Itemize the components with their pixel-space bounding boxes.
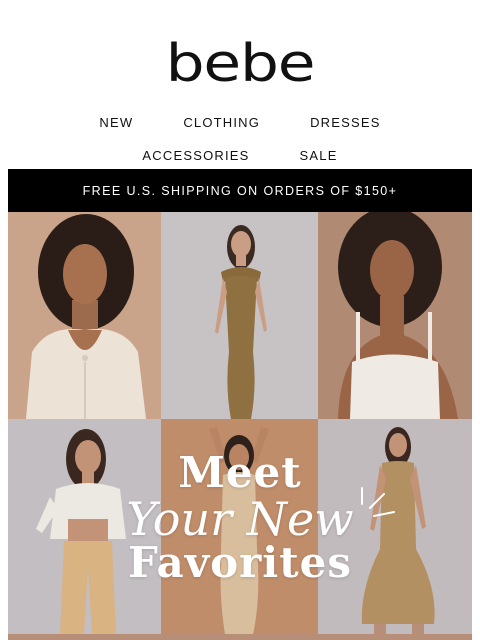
nav-item-new[interactable]: NEW xyxy=(99,115,133,130)
nav-item-sale[interactable]: SALE xyxy=(300,148,338,163)
crochet-set-model-illustration xyxy=(8,419,161,634)
brand-logo[interactable]: bebe xyxy=(166,38,316,90)
sequin-gown-model-illustration xyxy=(318,419,472,634)
main-nav-row-1: NEW CLOTHING DRESSES xyxy=(0,115,480,130)
hero-image-grid[interactable] xyxy=(8,212,472,640)
knit-dress-model-illustration xyxy=(161,419,318,634)
nav-item-accessories[interactable]: ACCESSORIES xyxy=(142,148,249,163)
shipping-banner-text: FREE U.S. SHIPPING ON ORDERS OF $150+ xyxy=(82,183,398,198)
product-photo-bustier[interactable] xyxy=(318,212,472,419)
product-photo-sequin-gown[interactable] xyxy=(318,419,472,634)
product-photo-row-partial[interactable] xyxy=(8,634,472,640)
shipping-banner[interactable]: FREE U.S. SHIPPING ON ORDERS OF $150+ xyxy=(8,169,472,212)
bustier-model-illustration xyxy=(318,212,472,419)
nav-item-clothing[interactable]: CLOTHING xyxy=(183,115,260,130)
product-photo-ruffle-dress[interactable] xyxy=(161,212,318,419)
product-photo-crochet-set[interactable] xyxy=(8,419,161,634)
logo-container[interactable]: bebe xyxy=(0,38,480,90)
ruffle-dress-model-illustration xyxy=(161,212,318,419)
main-nav-row-2: ACCESSORIES SALE xyxy=(0,148,480,163)
sparkle-icon xyxy=(361,487,395,517)
lace-top-model-illustration xyxy=(8,212,161,419)
product-photo-lace-top[interactable] xyxy=(8,212,161,419)
product-photo-knit-dress[interactable] xyxy=(161,419,318,634)
nav-item-dresses[interactable]: DRESSES xyxy=(310,115,381,130)
